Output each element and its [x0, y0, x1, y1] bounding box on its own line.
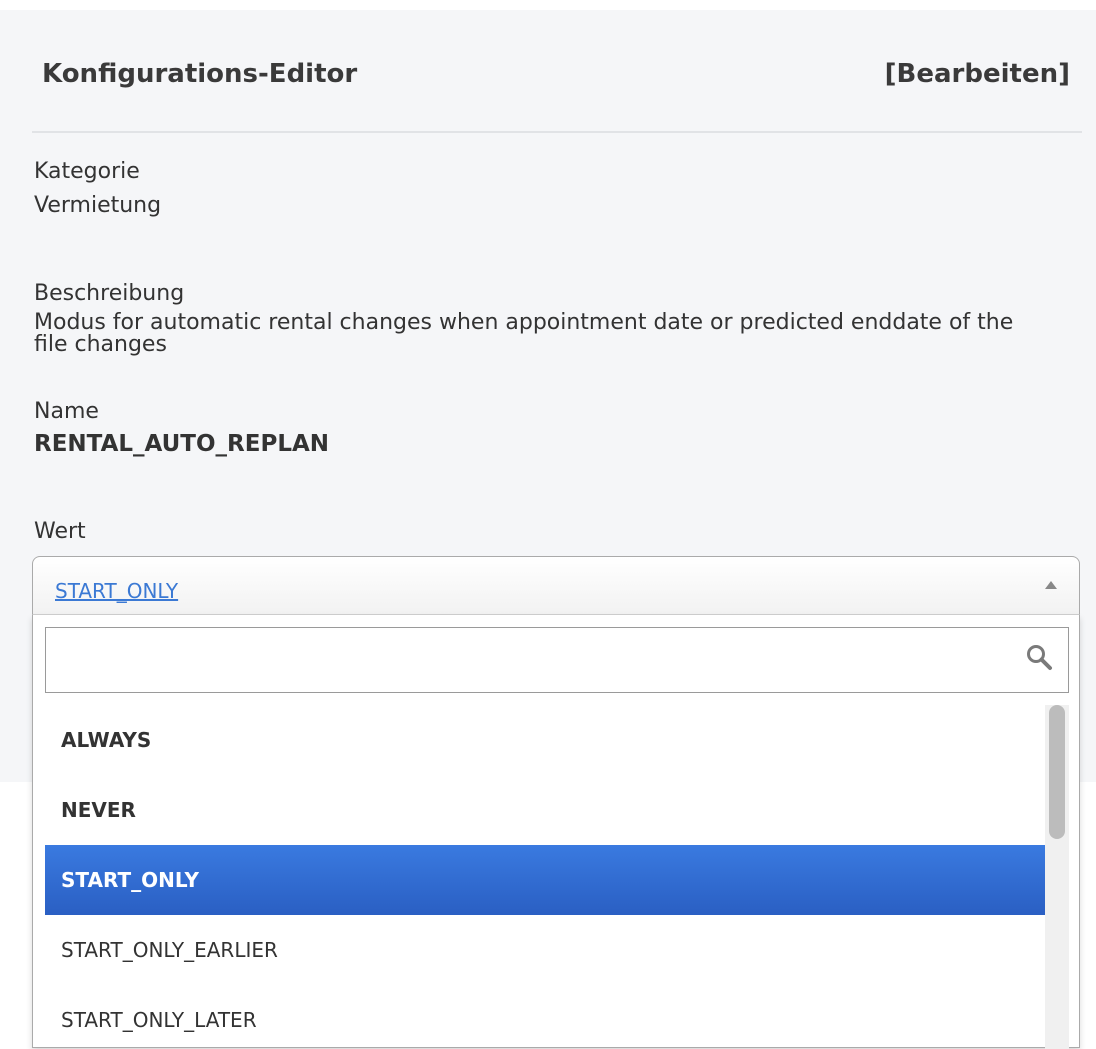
category-value: Vermietung	[34, 193, 162, 218]
option-start-only-later[interactable]: START_ONLY_LATER	[45, 985, 1045, 1049]
option-always[interactable]: ALWAYS	[45, 705, 1045, 775]
search-input[interactable]	[46, 628, 1006, 692]
edit-link[interactable]: [Bearbeiten]	[885, 59, 1070, 89]
value-field: Wert	[34, 518, 1056, 546]
header-divider	[32, 131, 1082, 133]
chevron-up-icon[interactable]	[1045, 581, 1057, 589]
description-field: Beschreibung Modus for automatic rental …	[34, 280, 1056, 356]
options-scrollbar[interactable]	[1045, 705, 1069, 1049]
value-select[interactable]: START_ONLY	[32, 556, 1080, 614]
search-icon	[1027, 645, 1052, 670]
search-box[interactable]	[45, 627, 1069, 693]
name-field: Name RENTAL_AUTO_REPLAN	[34, 398, 1056, 456]
option-start-only[interactable]: START_ONLY	[45, 845, 1045, 915]
select-current-value[interactable]: START_ONLY	[55, 579, 178, 603]
name-label: Name	[34, 399, 99, 424]
options-list: ALWAYS NEVER START_ONLY START_ONLY_EARLI…	[45, 705, 1069, 1049]
option-start-only-earlier[interactable]: START_ONLY_EARLIER	[45, 915, 1045, 985]
category-field: Kategorie Vermietung	[34, 158, 1056, 218]
description-value: Modus for automatic rental changes when …	[34, 310, 1014, 357]
option-never[interactable]: NEVER	[45, 775, 1045, 845]
name-value: RENTAL_AUTO_REPLAN	[34, 431, 330, 457]
panel-header: Konfigurations-Editor [Bearbeiten]	[42, 56, 1070, 92]
scrollbar-thumb[interactable]	[1049, 705, 1065, 839]
category-label: Kategorie	[34, 159, 140, 184]
page-title: Konfigurations-Editor	[42, 59, 358, 89]
value-label: Wert	[34, 519, 86, 544]
select-dropdown: ALWAYS NEVER START_ONLY START_ONLY_EARLI…	[32, 614, 1080, 1049]
description-label: Beschreibung	[34, 281, 185, 306]
